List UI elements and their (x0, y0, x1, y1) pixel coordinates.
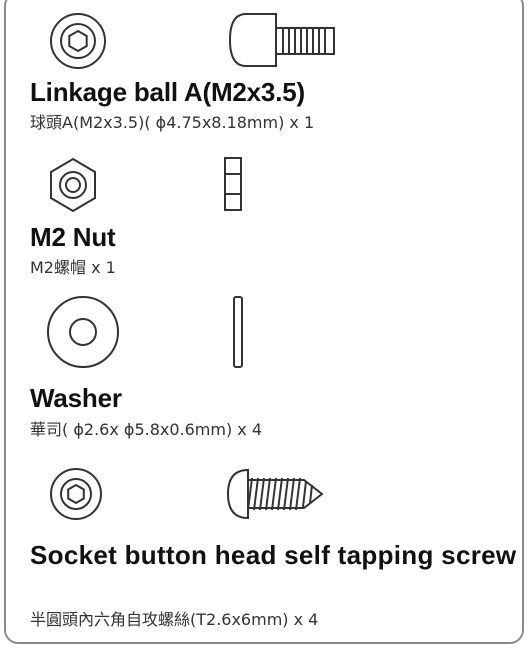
washer-icon (47, 296, 119, 368)
tapping-screw-side-icon (226, 468, 324, 520)
button-head-socket-icon (50, 468, 102, 520)
part-spec: 半圓頭內六角自攻螺絲(T2.6x6mm) x 4 (30, 610, 319, 629)
washer-side-icon (233, 296, 243, 368)
part-name: M2 Nut (30, 222, 116, 252)
hex-nut-icon (50, 157, 96, 213)
part-name: Washer (30, 383, 122, 413)
part-spec: 華司( ϕ2.6x ϕ5.8x0.6mm) x 4 (30, 420, 263, 439)
nut-side-icon (224, 157, 242, 211)
part-spec: 球頭A(M2x3.5)( ϕ4.75x8.18mm) x 1 (30, 113, 315, 132)
part-spec: M2螺帽 x 1 (30, 258, 116, 277)
part-name: Linkage ball A(M2x3.5) (30, 77, 305, 107)
linkage-ball-side-icon (228, 13, 335, 67)
part-name: Socket button head self tapping screw (30, 540, 517, 570)
socket-head-icon (50, 13, 106, 69)
